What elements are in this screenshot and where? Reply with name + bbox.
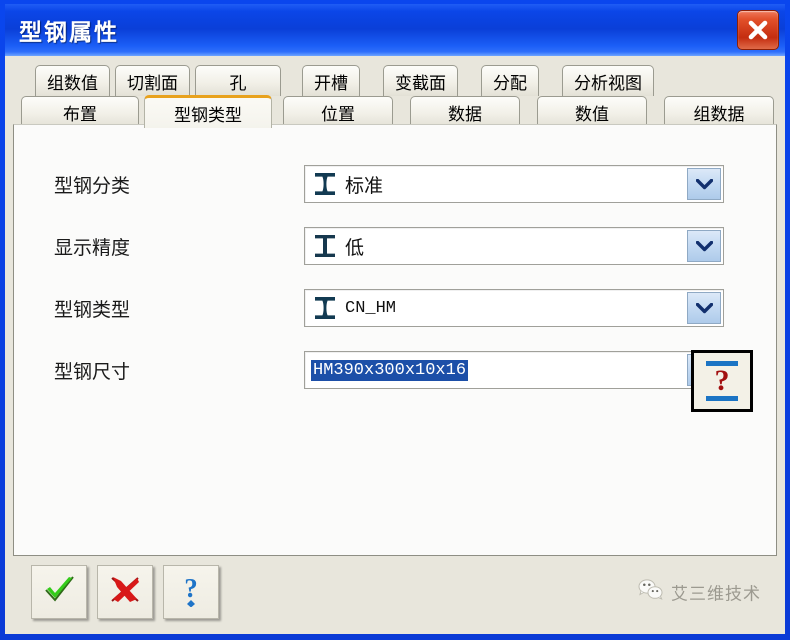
chevron-down-icon[interactable]	[687, 230, 721, 262]
tab-analysis-view[interactable]: 分析视图	[562, 65, 654, 96]
shape-type-form: 型钢分类 标准 显示精度 低 型钢类型 CN_HM 型钢尺寸 HM390x300…	[14, 125, 776, 391]
tab-label: 组数值	[47, 73, 98, 93]
tab-layout[interactable]: 布置	[21, 96, 139, 127]
tab-label: 型钢类型	[174, 105, 242, 125]
tab-label: 开槽	[314, 73, 348, 93]
tab-position[interactable]: 位置	[283, 96, 393, 127]
close-button[interactable]	[737, 10, 779, 50]
label-display-accuracy: 显示精度	[54, 237, 131, 259]
combo-value-shape-size[interactable]: HM390x300x10x16	[311, 359, 469, 381]
label-shape-type: 型钢类型	[54, 299, 131, 321]
field-row-display-accuracy: 显示精度 低	[14, 225, 776, 267]
close-icon	[746, 18, 770, 42]
watermark: 艾三维技术	[638, 579, 761, 606]
combo-value-shape-type: CN_HM	[345, 298, 397, 318]
tab-cut-face[interactable]: 切割面	[115, 65, 190, 96]
combo-shape-size[interactable]: HM390x300x10x16	[304, 351, 724, 389]
help-button[interactable]: ?	[163, 565, 219, 619]
shape-properties-dialog: 型钢属性 组数值 切割面 孔 开槽 变截面 分配 分析视图 布置 型钢类型 位置…	[0, 0, 790, 640]
blue-question-icon: ?	[178, 573, 204, 612]
i-beam-tapered-icon	[305, 296, 345, 320]
tab-data[interactable]: 数据	[410, 96, 520, 127]
field-row-shape-category: 型钢分类 标准	[14, 163, 776, 205]
label-shape-category: 型钢分类	[54, 175, 131, 197]
chevron-down-icon[interactable]	[687, 168, 721, 200]
field-row-shape-type: 型钢类型 CN_HM	[14, 287, 776, 329]
tab-row-upper: 组数值 切割面 孔 开槽 变截面 分配 分析视图	[13, 63, 777, 96]
window-title: 型钢属性	[19, 19, 119, 45]
window-titlebar: 型钢属性	[5, 4, 785, 56]
tab-shape-type[interactable]: 型钢类型	[144, 95, 272, 128]
tab-label: 组数据	[693, 104, 745, 124]
ok-button[interactable]	[31, 565, 87, 619]
tab-slot[interactable]: 开槽	[302, 65, 360, 96]
red-x-icon	[109, 575, 141, 610]
tab-label: 数值	[575, 104, 609, 124]
svg-text:?: ?	[184, 573, 198, 603]
question-mark-icon: ?	[714, 364, 730, 397]
tab-holes[interactable]: 孔	[195, 65, 281, 96]
tab-label: 分配	[493, 73, 527, 93]
tab-content-panel: 型钢分类 标准 显示精度 低 型钢类型 CN_HM 型钢尺寸 HM390x300…	[13, 124, 777, 556]
tab-label: 孔	[229, 73, 247, 93]
combo-value-shape-category: 标准	[345, 175, 384, 197]
profile-select-button[interactable]: ?	[691, 350, 753, 412]
tab-label: 分析视图	[574, 73, 642, 93]
combo-value-display-accuracy: 低	[345, 237, 365, 259]
i-beam-bottom-flange-icon	[706, 396, 738, 401]
tab-group-values[interactable]: 组数值	[35, 65, 110, 96]
chevron-down-icon[interactable]	[687, 292, 721, 324]
tab-label: 位置	[321, 104, 355, 124]
label-shape-size: 型钢尺寸	[54, 361, 131, 383]
tab-group-data[interactable]: 组数据	[664, 96, 774, 127]
i-beam-straight-icon	[305, 234, 345, 258]
combo-shape-type[interactable]: CN_HM	[304, 289, 724, 327]
watermark-text: 艾三维技术	[671, 584, 761, 604]
combo-shape-category[interactable]: 标准	[304, 165, 724, 203]
wechat-icon	[638, 579, 664, 606]
tab-label: 数据	[448, 104, 482, 124]
green-check-icon	[42, 575, 76, 610]
tab-strip: 组数值 切割面 孔 开槽 变截面 分配 分析视图 布置 型钢类型 位置 数据 数…	[13, 63, 777, 128]
tab-label: 布置	[63, 104, 97, 124]
tab-label: 切割面	[127, 73, 178, 93]
i-beam-tapered-icon	[305, 172, 345, 196]
tab-label: 变截面	[395, 73, 446, 93]
combo-display-accuracy[interactable]: 低	[304, 227, 724, 265]
cancel-button[interactable]	[97, 565, 153, 619]
tab-row-lower: 布置 型钢类型 位置 数据 数值 组数据	[13, 94, 777, 128]
dialog-bottom-bar: ? 艾三维技术	[13, 556, 777, 628]
tab-assign[interactable]: 分配	[481, 65, 539, 96]
tab-variable-section[interactable]: 变截面	[383, 65, 458, 96]
field-row-shape-size: 型钢尺寸 HM390x300x10x16	[14, 349, 776, 391]
dialog-body: 组数值 切割面 孔 开槽 变截面 分配 分析视图 布置 型钢类型 位置 数据 数…	[5, 56, 785, 634]
tab-values[interactable]: 数值	[537, 96, 647, 127]
